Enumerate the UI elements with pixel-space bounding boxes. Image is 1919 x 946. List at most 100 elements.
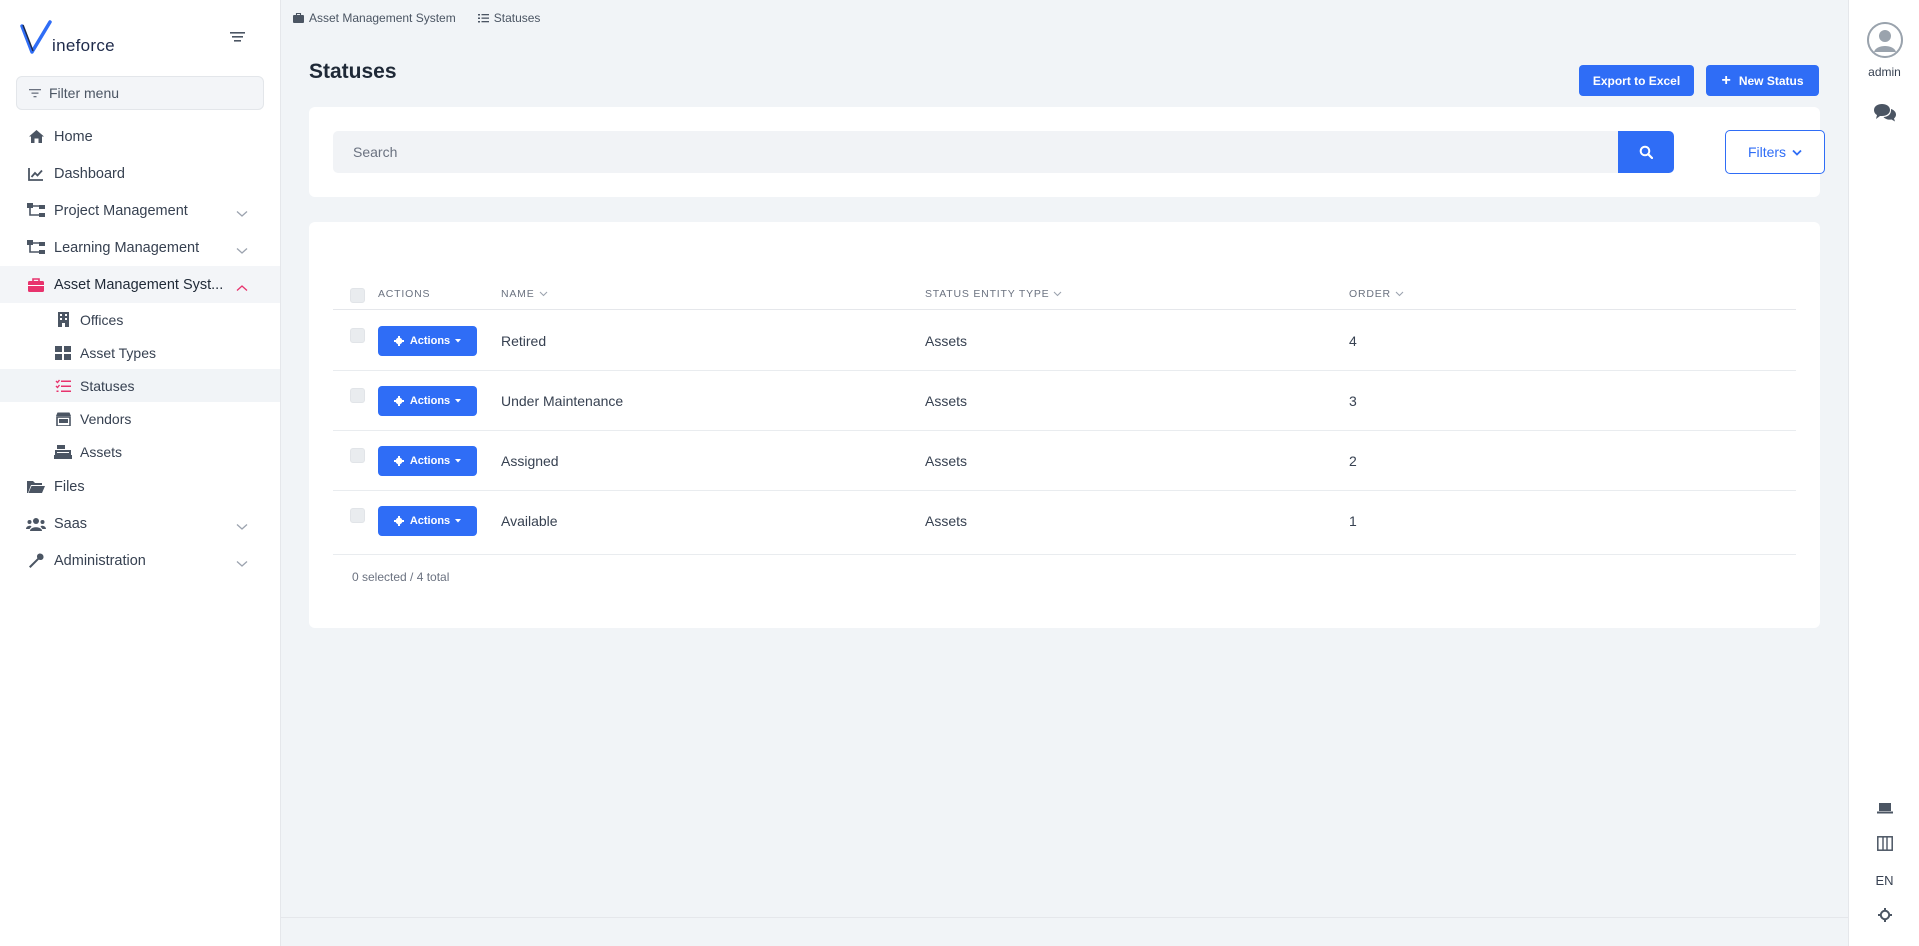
- cell-name: Under Maintenance: [501, 393, 624, 409]
- statuses-table: ACTIONS NAME STATUS ENTITY TYPE ORDER Ac…: [309, 222, 1820, 628]
- breadcrumb-item[interactable]: Statuses: [477, 11, 541, 25]
- sidebar-subitem-statuses[interactable]: Statuses: [0, 369, 280, 402]
- sidebar-subitem-label: Assets: [80, 443, 123, 460]
- sidebar-item-label: Administration: [54, 552, 146, 569]
- filter-icon: [29, 89, 41, 98]
- sort-chevron-icon: [1054, 291, 1062, 297]
- breadcrumb-item[interactable]: Asset Management System: [293, 11, 456, 25]
- sidebar-item-label: Asset Management Syst...: [54, 276, 224, 293]
- chevron-down-icon: [1792, 149, 1802, 156]
- home-icon: [26, 129, 46, 144]
- list-check-icon: [54, 379, 72, 393]
- sort-chevron-icon: [539, 291, 547, 297]
- logo-v-icon: [20, 20, 52, 54]
- search-input[interactable]: [333, 131, 1618, 173]
- briefcase-icon: [293, 13, 304, 23]
- row-checkbox[interactable]: [350, 328, 365, 343]
- row-checkbox[interactable]: [350, 388, 365, 403]
- filters-label: Filters: [1747, 144, 1787, 160]
- search-card: Filters: [309, 107, 1825, 197]
- table-row: Actions Available Assets 1: [333, 491, 1796, 555]
- filter-menu-input[interactable]: [49, 85, 259, 101]
- filter-menu: [16, 76, 264, 110]
- logo-text: ineforce: [52, 36, 115, 55]
- column-header-order[interactable]: ORDER: [1349, 288, 1404, 300]
- sidebar-toggle-icon[interactable]: [228, 30, 248, 46]
- columns-icon[interactable]: [1876, 835, 1894, 851]
- table-row: Actions Assigned Assets 2: [333, 431, 1796, 491]
- sidebar-item-project-management[interactable]: Project Management: [0, 192, 280, 229]
- row-actions-button[interactable]: Actions: [378, 446, 477, 476]
- sidebar-item-files[interactable]: Files: [0, 468, 280, 505]
- gear-icon: [393, 516, 404, 526]
- laptop-icon[interactable]: [1876, 801, 1894, 815]
- sidebar-item-administration[interactable]: Administration: [0, 542, 280, 579]
- row-actions-button[interactable]: Actions: [378, 386, 477, 416]
- sidebar-item-dashboard[interactable]: Dashboard: [0, 155, 280, 192]
- sidebar-subitem-label: Statuses: [80, 377, 135, 394]
- folder-open-icon: [26, 480, 46, 494]
- search-icon: [1639, 145, 1653, 159]
- caret-down-icon: [455, 399, 462, 403]
- breadcrumb: Asset Management System Statuses: [293, 11, 562, 25]
- cell-order: 4: [1349, 333, 1357, 349]
- wrench-icon: [26, 552, 46, 569]
- sidebar-item-label: Dashboard: [54, 165, 125, 182]
- chevron-down-icon: [236, 556, 248, 572]
- table-header: ACTIONS NAME STATUS ENTITY TYPE ORDER: [333, 282, 1796, 310]
- language-switcher[interactable]: EN: [1849, 873, 1919, 888]
- select-all-checkbox[interactable]: [350, 288, 365, 303]
- user-name[interactable]: admin: [1849, 65, 1919, 79]
- sidebar-item-saas[interactable]: Saas: [0, 505, 280, 542]
- sidebar-subitem-label: Asset Types: [80, 344, 157, 361]
- sidebar-item-asset-management[interactable]: Asset Management Syst...: [0, 266, 280, 303]
- chevron-down-icon: [236, 206, 248, 222]
- sidebar-subitem-asset-types[interactable]: Asset Types: [0, 336, 280, 369]
- cell-name: Assigned: [501, 453, 559, 469]
- chat-icon[interactable]: [1873, 102, 1897, 122]
- sidebar-subitem-assets[interactable]: Assets: [0, 435, 280, 468]
- sidebar-subitem-vendors[interactable]: Vendors: [0, 402, 280, 435]
- grid-icon: [54, 345, 72, 360]
- row-checkbox[interactable]: [350, 508, 365, 523]
- logo[interactable]: ineforce: [20, 20, 115, 56]
- row-actions-button[interactable]: Actions: [378, 506, 477, 536]
- breadcrumb-label: Asset Management System: [309, 11, 456, 25]
- cell-order: 3: [1349, 393, 1357, 409]
- row-actions-label: Actions: [409, 335, 451, 347]
- column-header-label: NAME: [501, 288, 535, 300]
- sidebar-item-label: Files: [54, 478, 85, 495]
- plus-icon: +: [1721, 71, 1731, 89]
- column-header-label: ACTIONS: [378, 288, 431, 300]
- cell-name: Retired: [501, 333, 547, 349]
- chevron-down-icon: [236, 243, 248, 259]
- sidebar-item-home[interactable]: Home: [0, 118, 280, 155]
- gear-icon: [393, 396, 404, 406]
- briefcase-icon: [26, 277, 46, 292]
- cell-order: 2: [1349, 453, 1357, 469]
- sidebar-subitem-offices[interactable]: Offices: [0, 303, 280, 336]
- column-header-name[interactable]: NAME: [501, 288, 548, 300]
- search-button[interactable]: [1618, 131, 1674, 173]
- sidebar-item-label: Home: [54, 128, 93, 145]
- selection-count: 0 selected / 4 total: [352, 570, 450, 584]
- column-header-status-entity-type[interactable]: STATUS ENTITY TYPE: [925, 288, 1062, 300]
- export-to-excel-button[interactable]: Export to Excel: [1579, 65, 1694, 96]
- gear-icon[interactable]: [1876, 907, 1894, 923]
- column-header-label: STATUS ENTITY TYPE: [925, 288, 1050, 300]
- user-avatar[interactable]: [1867, 22, 1903, 58]
- filters-button[interactable]: Filters: [1725, 130, 1825, 174]
- breadcrumb-label: Statuses: [493, 11, 541, 25]
- gear-icon: [393, 336, 404, 346]
- list-check-icon: [477, 14, 489, 23]
- cell-order: 1: [1349, 513, 1357, 529]
- sidebar-item-learning-management[interactable]: Learning Management: [0, 229, 280, 266]
- caret-down-icon: [455, 459, 462, 463]
- new-status-button[interactable]: + New Status: [1706, 65, 1819, 96]
- chart-line-icon: [26, 167, 46, 181]
- row-actions-button[interactable]: Actions: [378, 326, 477, 356]
- main-content: Asset Management System Statuses Statuse…: [281, 0, 1848, 946]
- row-actions-label: Actions: [409, 455, 451, 467]
- row-checkbox[interactable]: [350, 448, 365, 463]
- gear-icon: [393, 456, 404, 466]
